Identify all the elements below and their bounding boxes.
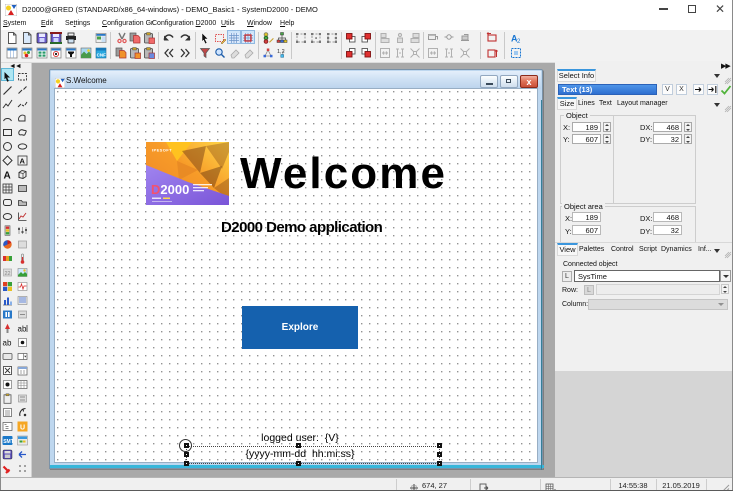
svg-text:SMT: SMT [3, 439, 13, 445]
svg-text:CNF: CNF [97, 53, 106, 58]
svg-text:ab: ab [3, 339, 12, 348]
svg-text:A: A [20, 157, 26, 166]
svg-text:U: U [20, 425, 25, 432]
svg-text:D2000: D2000 [151, 182, 189, 197]
svg-text:22: 22 [5, 271, 11, 277]
svg-text:ab: ab [18, 325, 27, 334]
svg-text:2: 2 [517, 39, 521, 44]
svg-text:A: A [4, 171, 11, 181]
svg-text:IPESOFT: IPESOFT [152, 148, 172, 153]
